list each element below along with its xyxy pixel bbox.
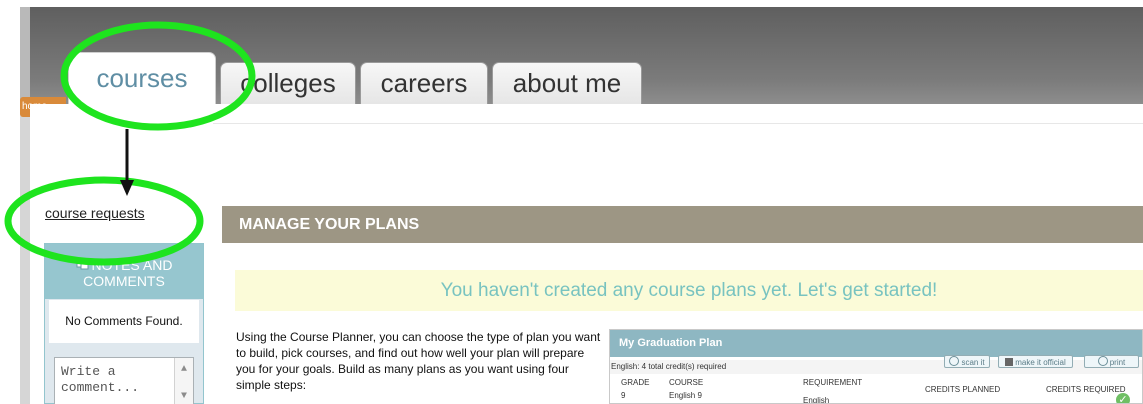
intro-text: Using the Course Planner, you can choose… <box>236 330 601 392</box>
tab-about-me[interactable]: about me <box>492 62 642 104</box>
course-header: COURSE <box>669 378 704 387</box>
empty-plans-banner: You haven't created any course plans yet… <box>235 270 1143 311</box>
tab-colleges[interactable]: colleges <box>220 62 356 104</box>
printer-icon <box>1097 356 1108 366</box>
section-title: MANAGE YOUR PLANS <box>222 206 1143 243</box>
make-official-label: make it official <box>1015 358 1066 367</box>
empty-comments-message: No Comments Found. <box>49 300 199 343</box>
left-frame <box>20 104 30 404</box>
preview-title: My Graduation Plan <box>610 330 1142 357</box>
notes-title-line-2: COMMENTS <box>83 273 165 289</box>
notes-panel: NOTES AND COMMENTS No Comments Found. Wri… <box>44 243 204 404</box>
scroll-down-icon[interactable]: ▼ <box>178 391 190 403</box>
notes-header: NOTES AND COMMENTS <box>45 244 203 299</box>
scan-it-button[interactable]: scan it <box>944 355 990 368</box>
tab-careers[interactable]: careers <box>360 62 488 104</box>
course-requests-link[interactable]: course requests <box>45 205 145 221</box>
scan-it-label: scan it <box>961 358 985 367</box>
grade-header: GRADE <box>621 378 650 387</box>
comment-textarea[interactable]: Write a comment... ▲ ▼ <box>54 357 194 404</box>
left-frame-top <box>20 7 30 104</box>
magnifier-icon <box>949 356 960 366</box>
screen: home colleges careers about me courses c… <box>0 0 1143 404</box>
content-top <box>30 104 1143 121</box>
lock-icon <box>1005 358 1014 366</box>
requirement-value: English <box>803 396 830 404</box>
course-value: English 9 <box>669 391 702 400</box>
divider <box>213 123 1143 124</box>
make-official-button[interactable]: make it official <box>998 355 1073 368</box>
print-button[interactable]: print <box>1084 355 1139 368</box>
tab-courses[interactable]: courses <box>68 52 216 104</box>
scroll-up-icon[interactable]: ▲ <box>178 364 190 376</box>
notes-title-line-1: NOTES AND <box>91 257 173 273</box>
textarea-scrollbar[interactable]: ▲ ▼ <box>174 358 193 404</box>
print-label: print <box>1109 358 1126 367</box>
comment-placeholder-line-1: Write a <box>61 364 116 379</box>
credits-planned-header: CREDITS PLANNED <box>925 385 1001 394</box>
pointer-arrow-head <box>120 180 134 196</box>
comment-placeholder-line-2: comment... <box>61 380 140 395</box>
grade-value: 9 <box>621 391 626 400</box>
requirement-header: REQUIREMENT <box>803 378 863 387</box>
comments-icon <box>76 261 89 270</box>
credits-required-header: CREDITS REQUIRED <box>1046 385 1126 394</box>
check-icon: ✓ <box>1116 393 1130 403</box>
graduation-plan-preview: My Graduation Plan English: 4 total cred… <box>609 329 1143 404</box>
